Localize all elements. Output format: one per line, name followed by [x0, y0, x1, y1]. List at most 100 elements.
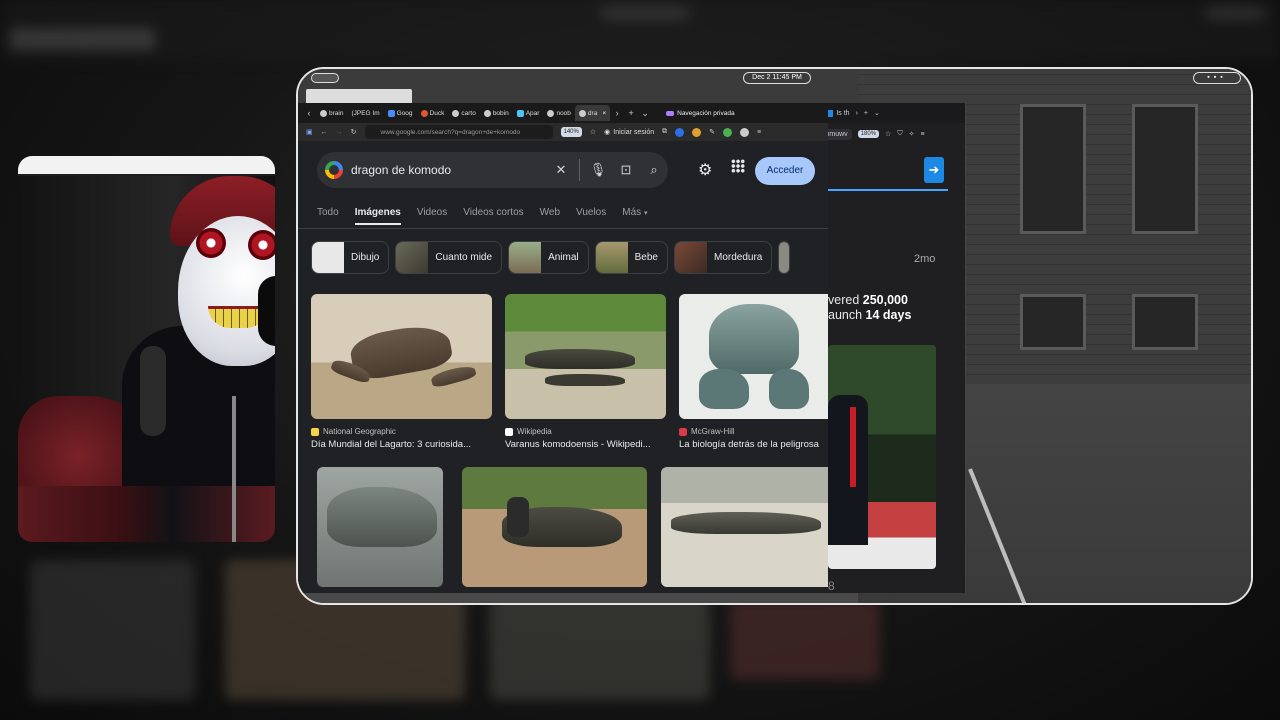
- search-box[interactable]: dragon de komodo ✕ 🎙 ⊡ ⌕: [317, 152, 668, 188]
- zoom-badge[interactable]: 180%: [857, 130, 880, 138]
- login-icon[interactable]: ➜: [924, 157, 944, 183]
- result-image[interactable]: [505, 294, 666, 419]
- camera-search-icon[interactable]: ⊡: [612, 162, 640, 178]
- browser-tab[interactable]: noob: [543, 105, 574, 121]
- chip-more[interactable]: [778, 241, 791, 274]
- zoom-badge[interactable]: 140%: [560, 127, 582, 137]
- result-title[interactable]: La biología detrás de la peligrosa: [679, 439, 828, 450]
- microphone: [258, 276, 275, 346]
- building-window: [1132, 104, 1198, 234]
- extension-icon[interactable]: [692, 127, 702, 137]
- source-label: McGraw-Hill: [691, 427, 735, 436]
- chip-thumbnail: [675, 242, 707, 273]
- search-input[interactable]: dragon de komodo: [351, 163, 547, 177]
- caret-down-icon: ▾: [643, 210, 648, 217]
- microphone-icon[interactable]: 🎙: [584, 162, 612, 178]
- tab-web[interactable]: Web: [540, 207, 560, 218]
- result-title[interactable]: Varanus komodoensis - Wikipedi...: [505, 439, 666, 450]
- menu-icon[interactable]: ≡: [757, 129, 761, 136]
- extensions-icon[interactable]: ⧉: [662, 128, 667, 136]
- browser-tab[interactable]: Apar: [513, 105, 544, 121]
- tab-favicon-icon: [483, 109, 491, 117]
- image-result[interactable]: [317, 467, 443, 587]
- star-icon[interactable]: ☆: [590, 128, 596, 136]
- new-tab-icon[interactable]: +: [624, 108, 638, 118]
- chevron-down-icon[interactable]: ⌄: [874, 109, 880, 117]
- activities-pill[interactable]: [311, 73, 339, 83]
- browser-tab[interactable]: (JPEG Im: [347, 105, 383, 121]
- image-result[interactable]: Wikipedia Varanus komodoensis - Wikipedi…: [505, 294, 666, 450]
- tab-mas[interactable]: Más ▾: [622, 207, 647, 218]
- extension-icon[interactable]: ✎: [709, 128, 715, 136]
- system-tray[interactable]: ▪▪▪: [1193, 72, 1241, 84]
- clear-icon[interactable]: ✕: [547, 162, 575, 178]
- chip-thumbnail: [595, 242, 628, 273]
- image-result[interactable]: [661, 467, 828, 587]
- komodo-shape: [545, 374, 625, 386]
- second-tab[interactable]: Is th: [826, 109, 850, 117]
- gear-icon[interactable]: ⚙: [698, 160, 712, 180]
- star-icon[interactable]: ☆: [885, 130, 891, 138]
- browser-tab[interactable]: Goog: [384, 105, 417, 121]
- sidebar-icon[interactable]: ▣: [306, 128, 313, 136]
- image-result[interactable]: McGraw-Hill La biología detrás de la pel…: [679, 294, 828, 450]
- browser-tab[interactable]: Duck: [417, 105, 449, 121]
- chevron-down-icon[interactable]: ⌄: [638, 108, 652, 119]
- signin-button[interactable]: ◉ Iniciar sesión: [604, 128, 654, 137]
- chip-dibujo[interactable]: Dibujo: [311, 241, 390, 274]
- chip-label: Cuanto mide: [435, 252, 493, 263]
- tab-vuelos[interactable]: Vuelos: [576, 207, 606, 218]
- chevron-right-icon[interactable]: ›: [610, 108, 624, 118]
- building-window: [1020, 294, 1086, 350]
- result-image[interactable]: [462, 467, 647, 587]
- search-icon[interactable]: ⌕: [640, 162, 668, 178]
- result-image[interactable]: [311, 294, 492, 419]
- bg-image-tile: [30, 560, 195, 700]
- google-logo-icon[interactable]: [325, 161, 343, 179]
- image-result[interactable]: [462, 467, 647, 587]
- shield-icon[interactable]: ⛉: [897, 130, 902, 138]
- new-tab-icon[interactable]: +: [864, 110, 868, 117]
- tab-favicon-icon: [387, 109, 395, 117]
- zipper: [232, 396, 236, 542]
- private-label: Navegación privada: [677, 109, 735, 117]
- source-favicon-icon: [311, 427, 319, 436]
- chip-cuanto-mide[interactable]: Cuanto mide: [395, 241, 503, 274]
- result-image[interactable]: [679, 294, 828, 419]
- extension-icon[interactable]: ✧: [909, 130, 915, 138]
- browser-tab-active[interactable]: dra ×: [574, 105, 611, 121]
- person-shape: [507, 497, 529, 537]
- chip-bebe[interactable]: Bebe: [594, 241, 668, 274]
- menu-icon[interactable]: ≡: [920, 131, 924, 138]
- extension-icon[interactable]: [675, 127, 685, 137]
- extension-icon[interactable]: [722, 127, 732, 137]
- chevron-right-icon[interactable]: ›: [856, 110, 858, 117]
- clock[interactable]: Dec 2 11:45 PM: [743, 72, 811, 84]
- tab-label: Duck: [429, 109, 445, 117]
- result-title[interactable]: Día Mundial del Lagarto: 3 curiosida...: [311, 439, 492, 450]
- tab-videos[interactable]: Videos: [417, 207, 447, 218]
- reload-icon[interactable]: ↻: [351, 128, 357, 136]
- chip-animal[interactable]: Animal: [508, 241, 589, 274]
- building-window: [1020, 104, 1086, 234]
- bg-pill: [1205, 6, 1265, 20]
- tab-videos-cortos[interactable]: Videos cortos: [463, 207, 523, 218]
- tab-list-icon[interactable]: ‹: [302, 108, 316, 118]
- forward-icon[interactable]: →: [336, 129, 343, 136]
- browser-tab[interactable]: bobin: [480, 105, 513, 121]
- acceder-button[interactable]: Acceder: [755, 157, 815, 185]
- close-icon[interactable]: ×: [602, 110, 606, 117]
- tab-favicon-icon: [452, 109, 460, 117]
- back-icon[interactable]: ←: [321, 129, 328, 136]
- browser-tab[interactable]: carto: [448, 105, 479, 121]
- url-field[interactable]: www.google.com/search?q=dragon+de+komodo: [364, 125, 553, 139]
- result-image[interactable]: [661, 467, 828, 587]
- tab-imagenes[interactable]: Imágenes: [354, 207, 401, 225]
- tab-todo[interactable]: Todo: [317, 207, 339, 218]
- image-result[interactable]: National Geographic Día Mundial del Laga…: [311, 294, 492, 450]
- apps-grid-icon[interactable]: [731, 159, 745, 173]
- result-image[interactable]: [317, 467, 443, 587]
- chip-mordedura[interactable]: Mordedura: [674, 241, 773, 274]
- extension-icon[interactable]: [739, 127, 749, 137]
- browser-tab[interactable]: brain: [316, 105, 347, 121]
